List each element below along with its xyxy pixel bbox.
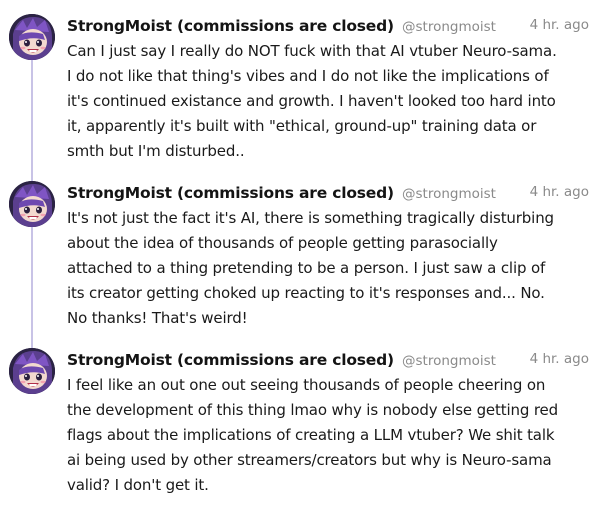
post-header: StrongMoist (commissions are closed) @st…	[67, 183, 589, 205]
post-header: StrongMoist (commissions are closed) @st…	[67, 350, 589, 372]
author-name[interactable]: StrongMoist (commissions are closed)	[67, 17, 394, 35]
post-thread: StrongMoist (commissions are closed) @st…	[0, 0, 597, 508]
author-avatar[interactable]	[9, 14, 55, 60]
anime-avatar-icon	[9, 181, 55, 227]
author-name[interactable]: StrongMoist (commissions are closed)	[67, 184, 394, 202]
author-handle[interactable]: @strongmoist	[402, 19, 496, 35]
author-handle[interactable]: @strongmoist	[402, 186, 496, 202]
post-timestamp[interactable]: 4 hr. ago	[530, 351, 589, 367]
anime-avatar-icon	[9, 348, 55, 394]
post-body: Can I just say I really do NOT fuck with…	[67, 42, 557, 160]
post-header: StrongMoist (commissions are closed) @st…	[67, 16, 589, 38]
post-body: It's not just the fact it's AI, there is…	[67, 209, 554, 327]
author-avatar[interactable]	[9, 348, 55, 394]
post-body: I feel like an out one out seeing thousa…	[67, 376, 558, 494]
author-handle[interactable]: @strongmoist	[402, 353, 496, 369]
anime-avatar-icon	[9, 14, 55, 60]
post-timestamp[interactable]: 4 hr. ago	[530, 184, 589, 200]
author-avatar[interactable]	[9, 181, 55, 227]
post-timestamp[interactable]: 4 hr. ago	[530, 17, 589, 33]
author-name[interactable]: StrongMoist (commissions are closed)	[67, 351, 394, 369]
